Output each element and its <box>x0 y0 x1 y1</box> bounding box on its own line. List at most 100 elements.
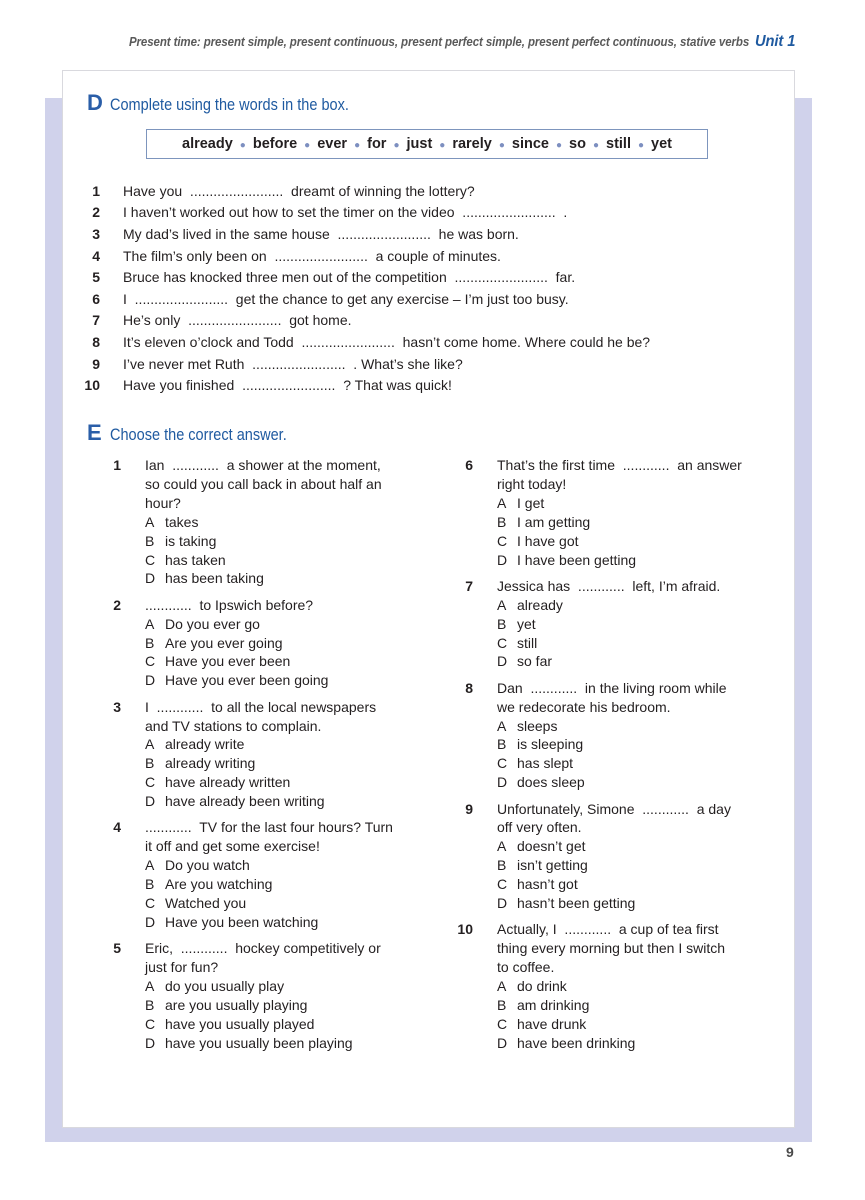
answer-option[interactable]: B I am getting <box>497 513 784 532</box>
answer-option[interactable]: Dhas been taking <box>145 569 432 588</box>
word-box-item: still <box>606 136 631 152</box>
answer-option[interactable]: A Do you watch <box>145 856 432 875</box>
word-box-item: before <box>252 136 298 152</box>
answer-option[interactable]: Chas taken <box>145 551 432 570</box>
question-text-line: thing every morning but then I switch <box>497 940 726 957</box>
answer-option[interactable]: Bis taking <box>145 532 432 551</box>
option-text: takes <box>165 513 199 530</box>
answer-option[interactable]: Chave already written <box>145 773 432 792</box>
answer-option[interactable]: Ado drink <box>497 977 784 996</box>
answer-option[interactable]: C Have you ever been <box>145 652 432 671</box>
bullet-separator-icon: ● <box>498 139 505 151</box>
answer-option[interactable]: D I have been getting <box>497 551 784 570</box>
option-text: Are you watching <box>165 876 273 893</box>
question-text-line: just for fun? <box>145 959 219 976</box>
answer-option[interactable]: D Have you been watching <box>145 913 432 932</box>
question: 8 Dan ............ in the living room whi… <box>465 679 784 792</box>
answer-option[interactable]: Chave drunk <box>497 1015 784 1034</box>
answer-option[interactable]: Cstill <box>497 634 784 653</box>
answer-option[interactable]: Chas slept <box>497 754 784 773</box>
section-e-heading: E Choose the correct answer. <box>87 420 311 446</box>
item-text: It’s eleven o’clock and Todd ...........… <box>123 333 651 350</box>
question-text-line: I ............ to all the local newspape… <box>145 698 377 715</box>
option-text: have you usually been playing <box>165 1034 353 1051</box>
option-text: Have you been watching <box>165 914 319 931</box>
answer-option[interactable]: Dhave you usually been playing <box>145 1034 432 1053</box>
question-number: 4 <box>113 819 121 836</box>
answer-option[interactable]: Ado you usually play <box>145 977 432 996</box>
exercise-item: 9 I’ve never met Ruth ...................… <box>92 353 650 375</box>
answer-option[interactable]: Aalready <box>497 596 784 615</box>
option-text: isn’t getting <box>517 857 588 874</box>
question: 5 Eric, ............ hockey competitively… <box>113 939 432 1053</box>
option-text: I am getting <box>517 513 591 530</box>
option-letter: A <box>497 494 507 511</box>
answer-option[interactable]: A I get <box>497 494 784 513</box>
option-letter: D <box>145 672 156 689</box>
question: 1 Ian ............ a shower at the moment… <box>113 456 432 588</box>
option-letter: B <box>497 615 507 632</box>
option-letter: D <box>145 914 156 931</box>
option-letter: A <box>145 615 155 632</box>
option-text: do drink <box>517 978 567 995</box>
section-e-instruction: Choose the correct answer. <box>110 426 287 444</box>
section-d-heading: D Complete using the words in the box. <box>87 90 382 116</box>
question-text-line: Eric, ............ hockey competitively … <box>145 940 381 957</box>
answer-option[interactable]: Dhasn’t been getting <box>497 894 784 913</box>
item-text: Have you ........................ dreamt… <box>123 182 475 199</box>
answer-option[interactable]: Balready writing <box>145 754 432 773</box>
option-text: Do you ever go <box>165 615 260 632</box>
option-letter: A <box>497 596 507 613</box>
section-d-instruction: Complete using the words in the box. <box>110 96 349 114</box>
answer-option[interactable]: B Are you ever going <box>145 634 432 653</box>
bullet-separator-icon: ● <box>354 139 361 151</box>
option-text: so far <box>517 653 553 670</box>
option-text: are you usually playing <box>165 997 308 1014</box>
bullet-separator-icon: ● <box>637 139 645 151</box>
answer-option[interactable]: Chasn’t got <box>497 875 784 894</box>
bullet-separator-icon: ● <box>592 139 599 151</box>
answer-option[interactable]: Chave you usually played <box>145 1015 432 1034</box>
answer-option[interactable]: Adoesn’t get <box>497 837 784 856</box>
answer-option[interactable]: B Are you watching <box>145 875 432 894</box>
option-letter: B <box>145 634 155 651</box>
answer-option[interactable]: Asleeps <box>497 717 784 736</box>
answer-option[interactable]: C I have got <box>497 532 784 551</box>
answer-option[interactable]: Bam drinking <box>497 996 784 1015</box>
option-letter: C <box>497 755 508 772</box>
item-number: 4 <box>92 247 100 264</box>
answer-option[interactable]: Bisn’t getting <box>497 856 784 875</box>
answer-option[interactable]: C Watched you <box>145 894 432 913</box>
answer-option[interactable]: Dhave been drinking <box>497 1034 784 1053</box>
answer-option[interactable]: Atakes <box>145 513 432 532</box>
option-text: doesn’t get <box>517 838 586 855</box>
answer-option[interactable]: Aalready write <box>145 735 432 754</box>
question-text-line: Jessica has ............ left, I’m afrai… <box>497 577 721 594</box>
item-text: I’ve never met Ruth ....................… <box>123 355 463 372</box>
page-number: 9 <box>786 1144 794 1160</box>
answer-option[interactable]: Ddoes sleep <box>497 773 784 792</box>
question-text-line: it off and get some exercise! <box>145 838 320 855</box>
word-box-item: so <box>569 136 586 152</box>
option-letter: B <box>497 997 507 1014</box>
question-body: I ............ to all the local newspape… <box>145 698 432 811</box>
answer-option[interactable]: Dhave already been writing <box>145 792 432 811</box>
question-body: That’s the first time ............ an an… <box>497 456 784 569</box>
item-number: 1 <box>92 182 100 199</box>
item-text: He’s only ........................ got h… <box>123 312 352 329</box>
option-letter: B <box>145 997 155 1014</box>
option-text: already <box>517 596 563 613</box>
question-text-line: off very often. <box>497 819 582 836</box>
question-text-line: That’s the first time ............ an an… <box>497 457 742 473</box>
answer-option[interactable]: Bis sleeping <box>497 735 784 754</box>
answer-option[interactable]: Bare you usually playing <box>145 996 432 1015</box>
answer-option[interactable]: D Have you ever been going <box>145 671 432 690</box>
option-text: hasn’t been getting <box>517 895 636 912</box>
option-text: still <box>517 634 538 651</box>
answer-option[interactable]: A Do you ever go <box>145 615 432 634</box>
exercise-item: 2 I haven’t worked out how to set the tim… <box>92 202 650 224</box>
answer-option[interactable]: Dso far <box>497 652 784 671</box>
option-text: I get <box>517 494 545 511</box>
answer-option[interactable]: Byet <box>497 615 784 634</box>
question-text-line: Dan ............ in the living room whil… <box>497 679 727 696</box>
